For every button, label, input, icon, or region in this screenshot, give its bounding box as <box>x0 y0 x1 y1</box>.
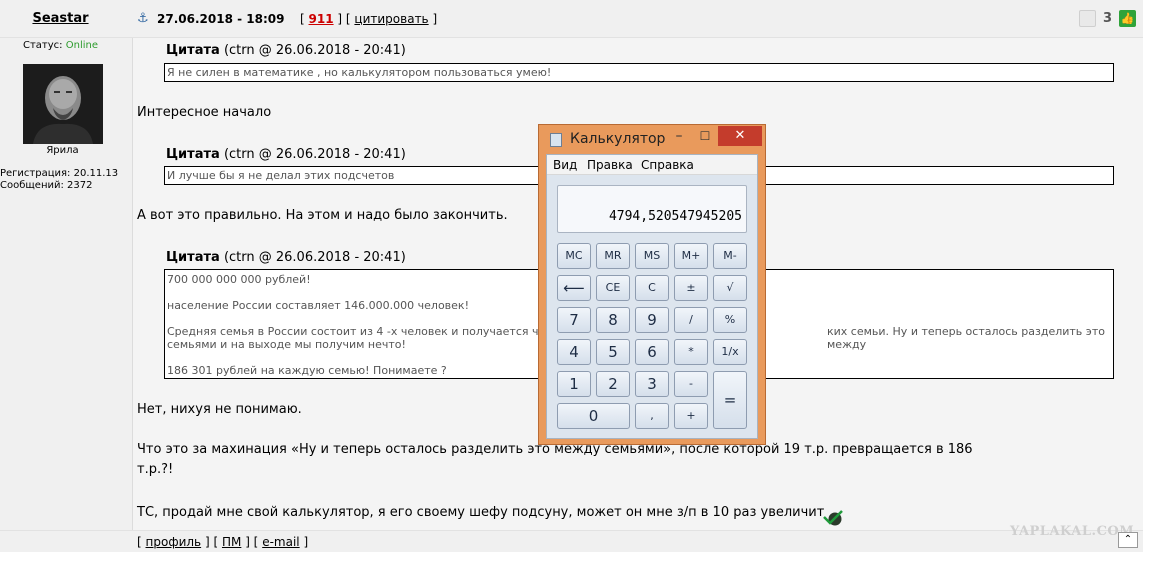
key-0[interactable]: 0 <box>557 403 630 429</box>
avatar-caption: Ярила <box>46 145 79 156</box>
quote-line: Я не силен в математике , но калькулятор… <box>167 66 552 79</box>
quote-line: Средняя семья в России состоит из 4 -х ч… <box>167 325 552 338</box>
minimize-button[interactable]: – <box>668 127 690 147</box>
bracket: ] [ <box>337 12 351 26</box>
maximize-button[interactable]: ☐ <box>694 127 716 147</box>
calculator-body: Вид Правка Справка 4794,520547945205 MC … <box>546 154 758 439</box>
post-paragraph: Нет, нихуя не понимаю. <box>137 402 302 417</box>
key-mr[interactable]: MR <box>596 243 630 269</box>
key-backspace[interactable]: ⟵ <box>557 275 591 301</box>
post-number-link[interactable]: 911 <box>309 12 334 26</box>
quote-box: Я не силен в математике , но калькулятор… <box>164 63 1114 82</box>
key-3[interactable]: 3 <box>635 371 669 397</box>
key-c[interactable]: C <box>635 275 669 301</box>
key-equals[interactable]: = <box>713 371 747 429</box>
pm-link[interactable]: ПМ <box>222 535 241 549</box>
quote-line: семьями и на выходе мы получим нечто! <box>167 338 406 351</box>
bracket: ] <box>303 535 309 549</box>
post-paragraph: Интересное начало <box>137 105 272 120</box>
key-2[interactable]: 2 <box>596 371 630 397</box>
menu-edit[interactable]: Правка <box>587 158 633 172</box>
menu-help[interactable]: Справка <box>641 158 694 172</box>
quote-header: Цитата (ctrn @ 26.06.2018 - 20:41) <box>166 250 406 265</box>
checkmark-smiley-icon <box>823 510 843 526</box>
key-9[interactable]: 9 <box>635 307 669 333</box>
quote-header: Цитата (ctrn @ 26.06.2018 - 20:41) <box>166 147 406 162</box>
key-percent[interactable]: % <box>713 307 747 333</box>
post-paragraph: т.р.?! <box>137 462 174 477</box>
key-4[interactable]: 4 <box>557 339 591 365</box>
calculator-window[interactable]: Калькулятор – ☐ ✕ Вид Правка Справка 479… <box>538 124 766 445</box>
bracket: [ <box>300 12 305 26</box>
key-7[interactable]: 7 <box>557 307 591 333</box>
quote-line: 700 000 000 000 рублей! <box>167 273 311 286</box>
anchor-icon[interactable]: ⚓ <box>137 11 149 26</box>
calculator-display: 4794,520547945205 <box>557 185 747 233</box>
key-m-plus[interactable]: M+ <box>674 243 708 269</box>
menu-view[interactable]: Вид <box>553 158 577 172</box>
key-plus-minus[interactable]: ± <box>674 275 708 301</box>
user-registration-info: Регистрация: 20.11.13 Сообщений: 2372 <box>0 168 118 192</box>
quote-link[interactable]: цитировать <box>354 12 428 26</box>
thumb-up-icon: 👍 <box>1120 12 1135 25</box>
scroll-top-button[interactable]: ⌃ <box>1118 532 1138 548</box>
key-ms[interactable]: MS <box>635 243 669 269</box>
post-paragraph: А вот это правильно. На этом и надо было… <box>137 208 508 223</box>
profile-link[interactable]: профиль <box>146 535 202 549</box>
rate-down-button[interactable] <box>1079 10 1096 27</box>
rating-count: 3 <box>1103 11 1113 26</box>
key-divide[interactable]: / <box>674 307 708 333</box>
page-margin <box>1143 0 1173 561</box>
key-m-minus[interactable]: M- <box>713 243 747 269</box>
bracket: ] [ <box>204 535 219 549</box>
bracket: ] <box>432 12 438 26</box>
post-date: 27.06.2018 - 18:09 <box>157 12 285 26</box>
quote-title: Цитата <box>166 43 220 58</box>
quote-line: ких семьи. Ну и теперь осталось разделит… <box>827 325 1105 351</box>
key-sqrt[interactable]: √ <box>713 275 747 301</box>
quote-line: население России составляет 146.000.000 … <box>167 299 469 312</box>
key-multiply[interactable]: * <box>674 339 708 365</box>
bracket: ] [ <box>245 535 259 549</box>
avatar <box>23 64 103 144</box>
display-value: 4794,520547945205 <box>608 209 742 224</box>
rate-up-button[interactable]: 👍 <box>1119 10 1136 27</box>
arrow-up-icon: ⌃ <box>1123 534 1133 545</box>
email-link[interactable]: e-mail <box>262 535 299 549</box>
calculator-menubar: Вид Правка Справка <box>547 155 757 175</box>
key-add[interactable]: + <box>674 403 708 429</box>
calculator-app-icon <box>550 133 562 147</box>
status-label: Статус: <box>23 40 63 51</box>
key-5[interactable]: 5 <box>596 339 630 365</box>
quote-meta: (ctrn @ 26.06.2018 - 20:41) <box>223 147 406 162</box>
post-paragraph: ТС, продай мне свой калькулятор, я его с… <box>137 505 825 520</box>
key-ce[interactable]: CE <box>596 275 630 301</box>
avatar-photo <box>23 64 103 144</box>
username-link[interactable]: Seastar <box>0 11 121 26</box>
bracket: [ <box>137 535 142 549</box>
quote-meta: (ctrn @ 26.06.2018 - 20:41) <box>223 250 406 265</box>
quote-meta: (ctrn @ 26.06.2018 - 20:41) <box>223 43 406 58</box>
registration-date: Регистрация: 20.11.13 <box>0 168 119 179</box>
key-subtract[interactable]: - <box>674 371 708 397</box>
quote-title: Цитата <box>166 250 220 265</box>
quote-title: Цитата <box>166 147 220 162</box>
key-8[interactable]: 8 <box>596 307 630 333</box>
key-decimal[interactable]: , <box>635 403 669 429</box>
key-1[interactable]: 1 <box>557 371 591 397</box>
key-mc[interactable]: MC <box>557 243 591 269</box>
key-6[interactable]: 6 <box>635 339 669 365</box>
quote-line: 186 301 рублей на каждую семью! Понимает… <box>167 364 447 377</box>
status-online: Online <box>65 40 98 51</box>
key-reciprocal[interactable]: 1/x <box>713 339 747 365</box>
calculator-title: Калькулятор <box>570 131 666 147</box>
user-status: Статус: Online <box>0 40 121 51</box>
quote-header: Цитата (ctrn @ 26.06.2018 - 20:41) <box>166 43 406 58</box>
footer-links: [ профиль ] [ ПМ ] [ e-mail ] <box>137 535 308 549</box>
close-button[interactable]: ✕ <box>718 126 762 146</box>
watermark: YAPLAKAL.COM <box>1010 524 1135 539</box>
post-links: [ 911 ] [ цитировать ] <box>300 12 437 26</box>
message-count: Сообщений: 2372 <box>0 180 93 191</box>
